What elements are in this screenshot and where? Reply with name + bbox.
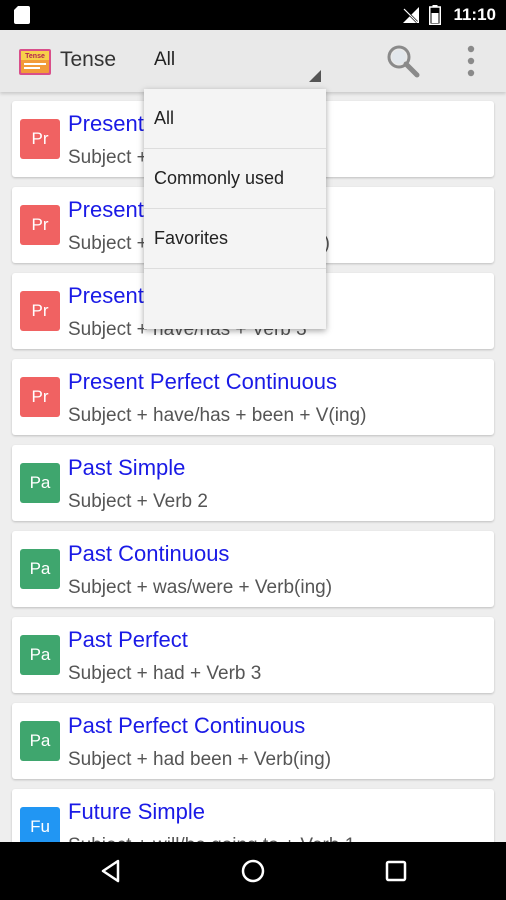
tense-card[interactable]: Pr Present Perfect Continuous Subject + ha… xyxy=(12,359,494,435)
tense-title: Past Continuous xyxy=(68,541,230,566)
tense-title: Past Perfect Continuous xyxy=(68,713,306,738)
tense-title: Past Simple xyxy=(68,455,186,480)
tense-app-icon[interactable]: Tense xyxy=(19,45,51,77)
battery-icon xyxy=(429,5,442,25)
tense-formula: Subject + will/be going to + Verb 1 xyxy=(68,835,355,842)
recents-icon[interactable] xyxy=(381,856,411,886)
tense-card[interactable]: Pa Past Perfect Subject + had + Verb 3 xyxy=(12,617,494,693)
tense-formula: Subject + had been + Verb(ing) xyxy=(68,749,332,770)
tense-card[interactable]: Fu Future Simple Subject + will/be going t… xyxy=(12,789,494,842)
tense-badge: Pr xyxy=(20,205,60,245)
dropdown-option[interactable]: All xyxy=(144,89,326,149)
tense-badge: Pr xyxy=(20,377,60,417)
clock: 11:10 xyxy=(453,5,496,24)
tense-badge: Pr xyxy=(20,291,60,331)
tense-badge: Pa xyxy=(20,635,60,675)
action-bar: Tense Tense All xyxy=(0,30,506,92)
tense-badge: Pr xyxy=(20,119,60,159)
spinner-arrow-icon xyxy=(309,70,321,82)
dropdown-option-label: All xyxy=(154,108,175,128)
tense-badge: Pa xyxy=(20,549,60,589)
tense-formula: Subject + had + Verb 3 xyxy=(68,663,262,684)
tense-card[interactable]: Pa Past Simple Subject + Verb 2 xyxy=(12,445,494,521)
signal-off-icon xyxy=(403,7,420,23)
tense-card[interactable]: Pa Past Perfect Continuous Subject + had b… xyxy=(12,703,494,779)
app-icon-text: Tense xyxy=(25,53,45,60)
tense-title: Past Perfect xyxy=(68,627,188,652)
dropdown-option[interactable] xyxy=(144,269,326,329)
app-title: Tense xyxy=(60,48,117,71)
tense-badge: Pa xyxy=(20,463,60,503)
dropdown-option[interactable]: Favorites xyxy=(144,209,326,269)
tense-title: Future Simple xyxy=(68,799,205,824)
tense-card[interactable]: Pa Past Continuous Subject + was/were + Ve… xyxy=(12,531,494,607)
tense-formula: Subject + Verb 2 xyxy=(68,491,208,512)
tense-badge: Fu xyxy=(20,807,60,842)
back-icon[interactable] xyxy=(96,856,126,886)
filter-spinner[interactable]: All xyxy=(140,30,325,92)
search-icon[interactable] xyxy=(384,42,422,80)
navigation-bar xyxy=(0,842,506,900)
tense-formula: Subject + have/has + been + V(ing) xyxy=(68,405,367,426)
filter-dropdown-menu: All Commonly used Favorites xyxy=(144,89,326,329)
overflow-menu-icon[interactable] xyxy=(460,44,482,78)
dropdown-option-label: Commonly used xyxy=(154,168,285,188)
home-icon[interactable] xyxy=(238,856,268,886)
tense-formula: Subject + was/were + Verb(ing) xyxy=(68,577,333,598)
dropdown-option[interactable]: Commonly used xyxy=(144,149,326,209)
tense-title: Present Perfect Continuous xyxy=(68,369,338,394)
status-bar: 11:10 xyxy=(0,0,506,30)
dropdown-option-label: Favorites xyxy=(154,228,229,248)
tense-badge: Pa xyxy=(20,721,60,761)
filter-spinner-value: All xyxy=(154,49,176,70)
sd-card-icon xyxy=(14,6,30,24)
